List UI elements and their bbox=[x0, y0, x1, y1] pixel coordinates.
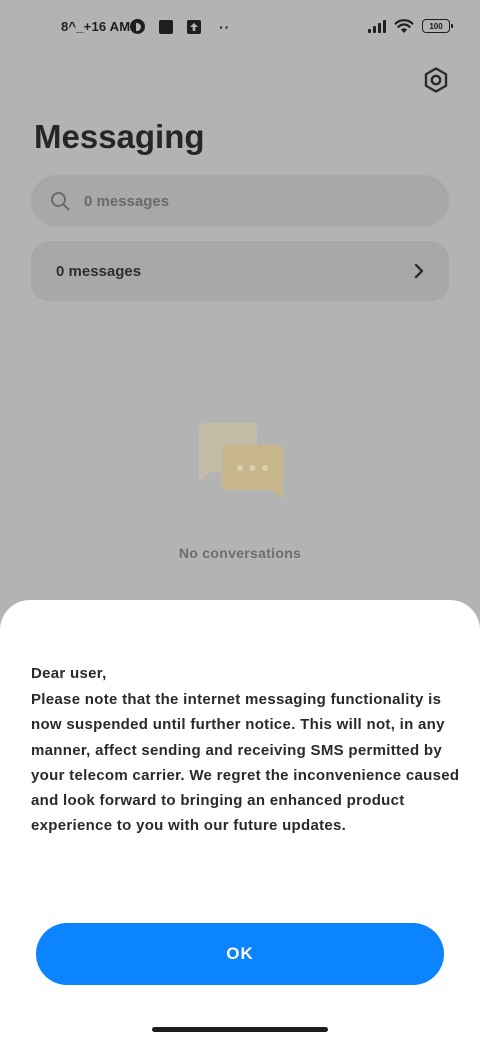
gear-icon[interactable] bbox=[422, 66, 450, 94]
status-right: 100 bbox=[368, 18, 453, 34]
battery-level: 100 bbox=[429, 21, 443, 31]
upload-notification-icon bbox=[187, 19, 201, 34]
app-notification-icon bbox=[130, 19, 145, 34]
home-indicator[interactable] bbox=[152, 1027, 328, 1032]
chat-bubbles-icon bbox=[198, 423, 283, 499]
empty-state-text: No conversations bbox=[178, 545, 302, 561]
more-notifications-icon: ·· bbox=[219, 18, 231, 35]
search-icon bbox=[51, 192, 70, 211]
search-bar[interactable] bbox=[31, 175, 449, 227]
messages-row[interactable]: 0 messages bbox=[31, 241, 449, 301]
dialog-greeting: Dear user, bbox=[31, 665, 107, 682]
chevron-right-icon bbox=[414, 263, 424, 279]
notice-bottom-sheet: Dear user, Please note that the internet… bbox=[0, 600, 480, 1040]
status-time: 8^_+16 AM bbox=[61, 19, 131, 34]
wifi-icon bbox=[394, 19, 414, 33]
search-input[interactable] bbox=[84, 192, 414, 210]
status-bar: 8^_+16 AM ·· 100 bbox=[0, 0, 480, 54]
dialog-body: Please note that the internet messaging … bbox=[31, 691, 460, 835]
page-title: Messaging bbox=[34, 118, 205, 155]
square-notification-icon bbox=[159, 19, 173, 34]
notification-icons: ·· bbox=[130, 19, 230, 34]
messages-row-label: 0 messages bbox=[56, 262, 142, 280]
battery-icon: 100 bbox=[422, 19, 453, 33]
signal-icon bbox=[368, 19, 386, 33]
ok-button[interactable]: OK bbox=[36, 923, 444, 985]
